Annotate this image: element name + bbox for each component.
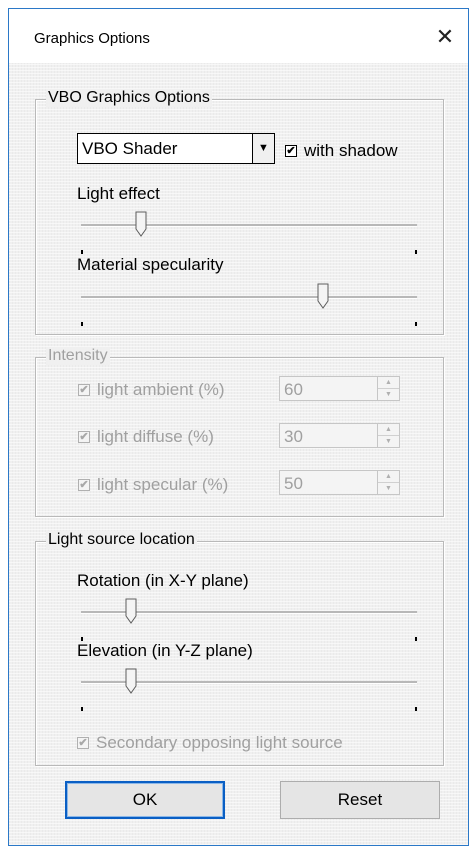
- with-shadow-checkbox-row[interactable]: ✔ with shadow: [285, 141, 398, 161]
- light-specular-value[interactable]: 50: [284, 474, 303, 494]
- light-ambient-label: light ambient (%): [97, 380, 225, 399]
- intensity-group: Intensity ✔ light ambient (%) 60 ▲ ▼ ✔ l…: [35, 347, 444, 517]
- intensity-group-label: Intensity: [46, 347, 110, 365]
- slider-tick-min: [81, 707, 83, 711]
- title-bar: Graphics Options ✕: [9, 9, 468, 63]
- slider-thumb[interactable]: [125, 598, 137, 624]
- slider-track: [81, 224, 417, 227]
- with-shadow-label: with shadow: [304, 141, 398, 160]
- vbo-group-label: VBO Graphics Options: [46, 89, 212, 107]
- material-specularity-slider[interactable]: [77, 272, 417, 332]
- light-diffuse-checkbox[interactable]: ✔: [78, 431, 90, 443]
- secondary-light-label: Secondary opposing light source: [96, 733, 343, 752]
- light-specular-spinner[interactable]: 50 ▲ ▼: [279, 470, 400, 495]
- slider-tick-min: [81, 250, 83, 254]
- spin-up-icon[interactable]: ▲: [378, 377, 399, 389]
- with-shadow-checkbox[interactable]: ✔: [285, 145, 297, 157]
- close-icon[interactable]: ✕: [430, 23, 460, 51]
- graphics-options-dialog: Graphics Options ✕ VBO Graphics Options …: [8, 8, 469, 846]
- light-specular-label: light specular (%): [97, 475, 229, 494]
- slider-track: [81, 296, 417, 299]
- light-diffuse-label: light diffuse (%): [97, 427, 214, 446]
- light-diffuse-spinner[interactable]: 30 ▲ ▼: [279, 423, 400, 448]
- light-ambient-value[interactable]: 60: [284, 380, 303, 400]
- light-specular-checkbox[interactable]: ✔: [78, 479, 90, 491]
- slider-thumb[interactable]: [135, 211, 147, 237]
- rotation-slider[interactable]: [77, 587, 417, 647]
- spin-down-icon[interactable]: ▼: [378, 483, 399, 494]
- ok-button[interactable]: OK: [65, 781, 225, 819]
- slider-thumb[interactable]: [125, 668, 137, 694]
- light-ambient-checkbox[interactable]: ✔: [78, 384, 90, 396]
- spinner-buttons[interactable]: ▲ ▼: [377, 377, 399, 400]
- spin-up-icon[interactable]: ▲: [378, 424, 399, 436]
- dialog-title: Graphics Options: [34, 30, 150, 47]
- light-ambient-spinner[interactable]: 60 ▲ ▼: [279, 376, 400, 401]
- light-ambient-checkbox-row[interactable]: ✔ light ambient (%): [78, 380, 225, 400]
- slider-tick-max: [415, 707, 417, 711]
- shader-select[interactable]: VBO Shader ▼: [77, 133, 275, 164]
- chevron-down-icon[interactable]: ▼: [252, 134, 274, 163]
- light-specular-checkbox-row[interactable]: ✔ light specular (%): [78, 475, 228, 495]
- slider-tick-max: [415, 637, 417, 641]
- light-source-group-label: Light source location: [46, 531, 197, 549]
- spinner-buttons[interactable]: ▲ ▼: [377, 471, 399, 494]
- spinner-buttons[interactable]: ▲ ▼: [377, 424, 399, 447]
- light-source-group: Light source location Rotation (in X-Y p…: [35, 531, 444, 766]
- spin-up-icon[interactable]: ▲: [378, 471, 399, 483]
- spin-down-icon[interactable]: ▼: [378, 389, 399, 400]
- secondary-light-checkbox-row[interactable]: ✔ Secondary opposing light source: [77, 733, 343, 753]
- shader-select-value: VBO Shader: [82, 139, 178, 158]
- light-diffuse-value[interactable]: 30: [284, 427, 303, 447]
- reset-button[interactable]: Reset: [280, 781, 440, 819]
- light-effect-slider[interactable]: [77, 200, 417, 260]
- slider-tick-max: [415, 322, 417, 326]
- slider-tick-min: [81, 322, 83, 326]
- light-diffuse-checkbox-row[interactable]: ✔ light diffuse (%): [78, 427, 214, 447]
- elevation-slider[interactable]: [77, 657, 417, 717]
- slider-thumb[interactable]: [317, 283, 329, 309]
- spin-down-icon[interactable]: ▼: [378, 436, 399, 447]
- secondary-light-checkbox[interactable]: ✔: [77, 737, 89, 749]
- slider-tick-max: [415, 250, 417, 254]
- vbo-options-group: VBO Graphics Options VBO Shader ▼ ✔ with…: [35, 89, 444, 335]
